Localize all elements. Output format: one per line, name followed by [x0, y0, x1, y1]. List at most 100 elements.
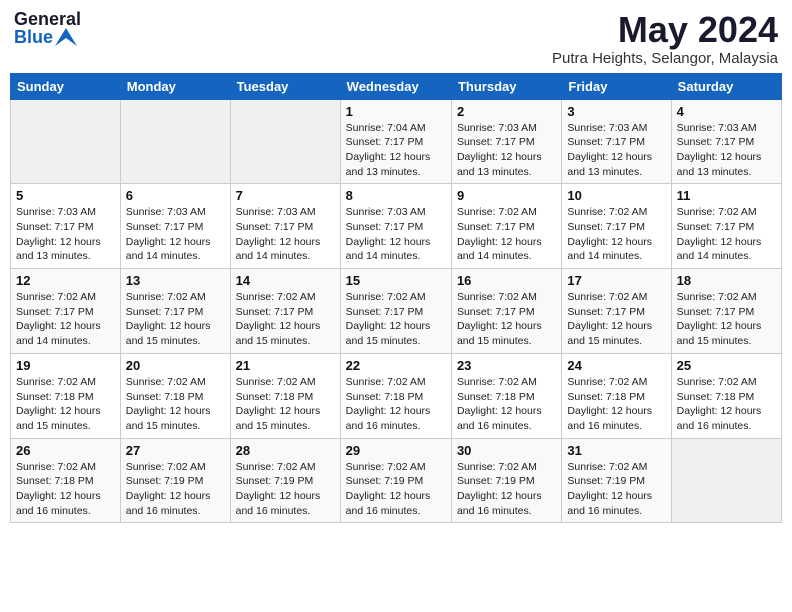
- day-info: Sunrise: 7:02 AM Sunset: 7:18 PM Dayligh…: [346, 375, 446, 434]
- day-info: Sunrise: 7:03 AM Sunset: 7:17 PM Dayligh…: [126, 205, 225, 264]
- day-number: 27: [126, 443, 225, 458]
- day-info: Sunrise: 7:02 AM Sunset: 7:18 PM Dayligh…: [457, 375, 556, 434]
- header-row: SundayMondayTuesdayWednesdayThursdayFrid…: [11, 73, 782, 99]
- calendar-cell: 21 Sunrise: 7:02 AM Sunset: 7:18 PM Dayli…: [230, 353, 340, 438]
- calendar-cell: 27Sunrise: 7:02 AM Sunset: 7:19 PM Dayli…: [120, 438, 230, 523]
- day-number: 14: [236, 273, 335, 288]
- page-header: General Blue May 2024 Putra Heights, Sel…: [10, 10, 782, 67]
- title-area: May 2024 Putra Heights, Selangor, Malays…: [552, 10, 778, 67]
- calendar-cell: 1 Sunrise: 7:04 AM Sunset: 7:17 PM Daylig…: [340, 99, 451, 184]
- day-info: Sunrise: 7:03 AM Sunset: 7:17 PM Dayligh…: [677, 121, 776, 180]
- day-info: Sunrise: 7:02 AM Sunset: 7:19 PM Dayligh…: [567, 460, 665, 519]
- calendar-cell: 23 Sunrise: 7:02 AM Sunset: 7:18 PM Dayli…: [451, 353, 561, 438]
- header-day-wednesday: Wednesday: [340, 73, 451, 99]
- day-number: 24: [567, 358, 665, 373]
- day-number: 13: [126, 273, 225, 288]
- calendar-cell: 3 Sunrise: 7:03 AM Sunset: 7:17 PM Daylig…: [562, 99, 671, 184]
- calendar-cell: [671, 438, 781, 523]
- calendar-cell: 5 Sunrise: 7:03 AM Sunset: 7:17 PM Daylig…: [11, 184, 121, 269]
- day-info: Sunrise: 7:03 AM Sunset: 7:17 PM Dayligh…: [16, 205, 115, 264]
- calendar-cell: [230, 99, 340, 184]
- day-info: Sunrise: 7:02 AM Sunset: 7:18 PM Dayligh…: [126, 375, 225, 434]
- day-number: 25: [677, 358, 776, 373]
- calendar-cell: 29 Sunrise: 7:02 AM Sunset: 7:19 PM Dayli…: [340, 438, 451, 523]
- day-number: 16: [457, 273, 556, 288]
- calendar-cell: 16 Sunrise: 7:02 AM Sunset: 7:17 PM Dayli…: [451, 269, 561, 354]
- day-info: Sunrise: 7:03 AM Sunset: 7:17 PM Dayligh…: [236, 205, 335, 264]
- day-info: Sunrise: 7:02 AM Sunset: 7:17 PM Dayligh…: [16, 290, 115, 349]
- calendar-cell: 25 Sunrise: 7:02 AM Sunset: 7:18 PM Dayli…: [671, 353, 781, 438]
- day-number: 12: [16, 273, 115, 288]
- day-number: 18: [677, 273, 776, 288]
- day-number: 19: [16, 358, 115, 373]
- day-info: Sunrise: 7:03 AM Sunset: 7:17 PM Dayligh…: [457, 121, 556, 180]
- header-day-saturday: Saturday: [671, 73, 781, 99]
- calendar-cell: 13 Sunrise: 7:02 AM Sunset: 7:17 PM Dayli…: [120, 269, 230, 354]
- calendar-table: SundayMondayTuesdayWednesdayThursdayFrid…: [10, 73, 782, 524]
- day-info: Sunrise: 7:02 AM Sunset: 7:18 PM Dayligh…: [16, 460, 115, 519]
- calendar-week-4: 19 Sunrise: 7:02 AM Sunset: 7:18 PM Dayli…: [11, 353, 782, 438]
- day-number: 30: [457, 443, 556, 458]
- day-info: Sunrise: 7:02 AM Sunset: 7:17 PM Dayligh…: [236, 290, 335, 349]
- calendar-cell: 28Sunrise: 7:02 AM Sunset: 7:19 PM Dayli…: [230, 438, 340, 523]
- day-info: Sunrise: 7:02 AM Sunset: 7:19 PM Dayligh…: [457, 460, 556, 519]
- month-title: May 2024: [552, 10, 778, 50]
- day-number: 8: [346, 188, 446, 203]
- day-info: Sunrise: 7:02 AM Sunset: 7:17 PM Dayligh…: [677, 290, 776, 349]
- calendar-cell: 11 Sunrise: 7:02 AM Sunset: 7:17 PM Dayli…: [671, 184, 781, 269]
- header-day-monday: Monday: [120, 73, 230, 99]
- calendar-cell: 14 Sunrise: 7:02 AM Sunset: 7:17 PM Dayli…: [230, 269, 340, 354]
- calendar-cell: [120, 99, 230, 184]
- calendar-cell: 2Sunrise: 7:03 AM Sunset: 7:17 PM Daylig…: [451, 99, 561, 184]
- day-info: Sunrise: 7:02 AM Sunset: 7:17 PM Dayligh…: [677, 205, 776, 264]
- day-info: Sunrise: 7:02 AM Sunset: 7:17 PM Dayligh…: [126, 290, 225, 349]
- day-info: Sunrise: 7:02 AM Sunset: 7:18 PM Dayligh…: [567, 375, 665, 434]
- calendar-cell: 12 Sunrise: 7:02 AM Sunset: 7:17 PM Dayli…: [11, 269, 121, 354]
- logo: General Blue: [14, 10, 81, 46]
- day-number: 5: [16, 188, 115, 203]
- day-info: Sunrise: 7:02 AM Sunset: 7:18 PM Dayligh…: [236, 375, 335, 434]
- day-info: Sunrise: 7:02 AM Sunset: 7:18 PM Dayligh…: [677, 375, 776, 434]
- day-info: Sunrise: 7:02 AM Sunset: 7:17 PM Dayligh…: [346, 290, 446, 349]
- day-number: 1: [346, 104, 446, 119]
- day-number: 21: [236, 358, 335, 373]
- day-info: Sunrise: 7:03 AM Sunset: 7:17 PM Dayligh…: [567, 121, 665, 180]
- day-number: 29: [346, 443, 446, 458]
- day-info: Sunrise: 7:02 AM Sunset: 7:17 PM Dayligh…: [567, 205, 665, 264]
- calendar-cell: 15 Sunrise: 7:02 AM Sunset: 7:17 PM Dayli…: [340, 269, 451, 354]
- calendar-cell: 30 Sunrise: 7:02 AM Sunset: 7:19 PM Dayli…: [451, 438, 561, 523]
- day-info: Sunrise: 7:04 AM Sunset: 7:17 PM Dayligh…: [346, 121, 446, 180]
- calendar-cell: 31 Sunrise: 7:02 AM Sunset: 7:19 PM Dayli…: [562, 438, 671, 523]
- day-number: 7: [236, 188, 335, 203]
- day-number: 4: [677, 104, 776, 119]
- calendar-cell: 7 Sunrise: 7:03 AM Sunset: 7:17 PM Daylig…: [230, 184, 340, 269]
- calendar-cell: 4 Sunrise: 7:03 AM Sunset: 7:17 PM Daylig…: [671, 99, 781, 184]
- calendar-week-5: 26 Sunrise: 7:02 AM Sunset: 7:18 PM Dayli…: [11, 438, 782, 523]
- calendar-cell: 10 Sunrise: 7:02 AM Sunset: 7:17 PM Dayli…: [562, 184, 671, 269]
- day-number: 15: [346, 273, 446, 288]
- day-number: 23: [457, 358, 556, 373]
- day-info: Sunrise: 7:02 AM Sunset: 7:17 PM Dayligh…: [457, 205, 556, 264]
- day-number: 6: [126, 188, 225, 203]
- calendar-week-2: 5 Sunrise: 7:03 AM Sunset: 7:17 PM Daylig…: [11, 184, 782, 269]
- calendar-cell: 17Sunrise: 7:02 AM Sunset: 7:17 PM Dayli…: [562, 269, 671, 354]
- calendar-cell: 9Sunrise: 7:02 AM Sunset: 7:17 PM Daylig…: [451, 184, 561, 269]
- day-number: 22: [346, 358, 446, 373]
- logo-general: General: [14, 10, 81, 28]
- header-day-thursday: Thursday: [451, 73, 561, 99]
- day-number: 11: [677, 188, 776, 203]
- calendar-cell: 18 Sunrise: 7:02 AM Sunset: 7:17 PM Dayli…: [671, 269, 781, 354]
- day-number: 31: [567, 443, 665, 458]
- calendar-cell: 6 Sunrise: 7:03 AM Sunset: 7:17 PM Daylig…: [120, 184, 230, 269]
- day-info: Sunrise: 7:02 AM Sunset: 7:17 PM Dayligh…: [457, 290, 556, 349]
- calendar-cell: 19Sunrise: 7:02 AM Sunset: 7:18 PM Dayli…: [11, 353, 121, 438]
- day-number: 10: [567, 188, 665, 203]
- day-number: 26: [16, 443, 115, 458]
- location: Putra Heights, Selangor, Malaysia: [552, 50, 778, 67]
- calendar-cell: [11, 99, 121, 184]
- calendar-cell: 24 Sunrise: 7:02 AM Sunset: 7:18 PM Dayli…: [562, 353, 671, 438]
- day-info: Sunrise: 7:02 AM Sunset: 7:19 PM Dayligh…: [346, 460, 446, 519]
- calendar-cell: 22 Sunrise: 7:02 AM Sunset: 7:18 PM Dayli…: [340, 353, 451, 438]
- day-number: 3: [567, 104, 665, 119]
- header-day-sunday: Sunday: [11, 73, 121, 99]
